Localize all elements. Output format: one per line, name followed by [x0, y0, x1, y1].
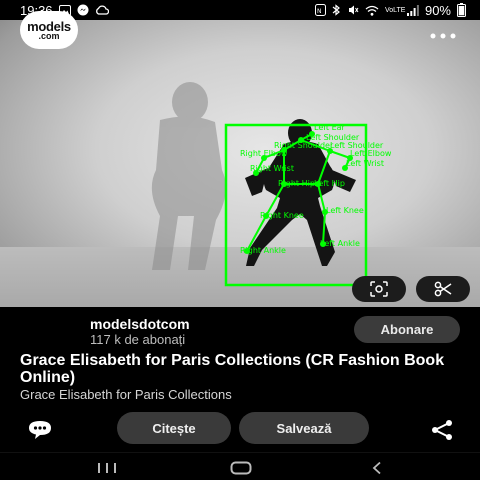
more-options-icon [430, 33, 456, 39]
pose-detection-overlay: Left Ear Left Shoulder Right Shoulder Le… [151, 82, 392, 287]
recents-button[interactable] [92, 457, 122, 479]
channel-name[interactable]: modelsdotcom [90, 316, 190, 332]
cloud-icon [95, 5, 109, 15]
label-left-ear: Left Ear [314, 123, 346, 132]
wifi-icon [365, 5, 379, 16]
channel-avatar[interactable]: models .com [20, 11, 78, 49]
svg-text:N: N [317, 8, 322, 15]
comment-icon [29, 421, 51, 439]
pin-subtitle: Grace Elisabeth for Paris Collections [20, 387, 232, 402]
label-right-knee: Right Knee [260, 211, 304, 220]
messenger-icon [77, 4, 89, 16]
label-left-knee: Left Knee [326, 206, 364, 215]
avatar-logo-suffix: .com [38, 30, 60, 41]
subscriber-count: 117 k de abonați [90, 332, 186, 347]
lens-button[interactable] [352, 276, 406, 302]
pin-image[interactable]: Left Ear Left Shoulder Right Shoulder Le… [0, 20, 480, 307]
read-button[interactable]: Citește [117, 412, 231, 444]
battery-icon [457, 3, 466, 17]
save-button[interactable]: Salvează [239, 412, 369, 444]
lens-scan-icon [370, 281, 388, 297]
label-left-hip: Left Hip [314, 179, 345, 188]
mute-icon [347, 4, 359, 16]
recents-icon [98, 463, 116, 473]
share-button[interactable] [430, 418, 454, 442]
subscribe-button[interactable]: Abonare [354, 316, 460, 343]
label-left-ankle: Left Ankle [320, 239, 360, 248]
bluetooth-icon [332, 4, 341, 16]
label-right-elbow: Right Elbow [240, 149, 288, 158]
battery-percent: 90% [424, 2, 451, 18]
nfc-icon: N [314, 4, 326, 16]
nav-back-icon [372, 461, 381, 475]
scissors-icon [434, 281, 452, 297]
system-nav-bar [0, 452, 480, 480]
pin-title: Grace Elisabeth for Paris Collections (C… [20, 352, 445, 386]
label-right-hip: Right Hip [278, 179, 315, 188]
model-shadow [151, 82, 226, 270]
comment-button[interactable] [26, 418, 54, 442]
nav-back-button[interactable] [362, 457, 392, 479]
label-left-elbow: Left Elbow [350, 149, 392, 158]
share-icon [432, 420, 452, 440]
volte-label: VoLTE [384, 6, 406, 14]
action-bar: Citește Salvează [0, 410, 480, 450]
cut-out-button[interactable] [416, 276, 470, 302]
label-right-ankle: Right Ankle [240, 246, 286, 255]
home-icon [230, 461, 252, 475]
label-left-wrist: Left Wrist [346, 159, 384, 168]
label-right-wrist: Right Wrist [250, 164, 294, 173]
signal-icon [406, 4, 419, 16]
more-options-button[interactable] [428, 24, 458, 48]
home-button[interactable] [226, 457, 256, 479]
